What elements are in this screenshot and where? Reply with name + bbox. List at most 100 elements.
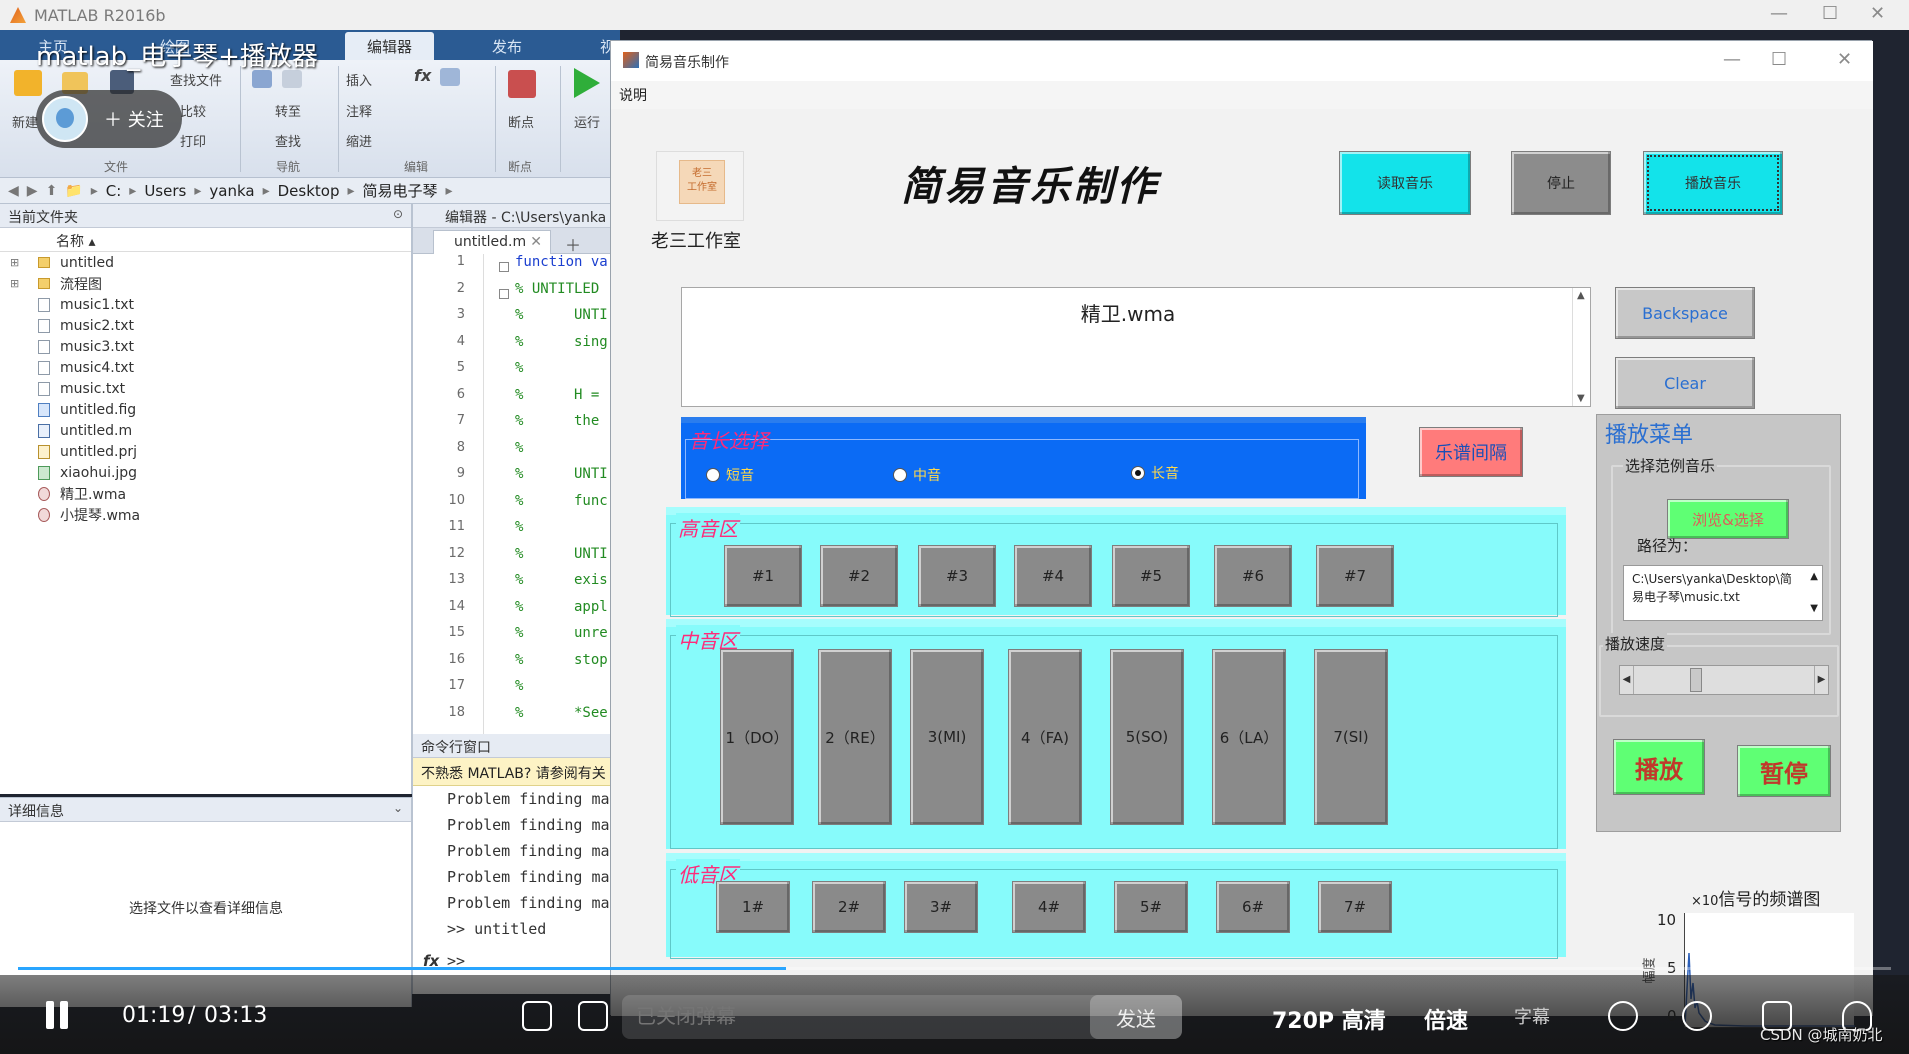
path-scroll-down-icon[interactable]: ▼ (1810, 600, 1818, 618)
compare-button[interactable]: 比较 (180, 101, 206, 120)
fold-toggle-icon[interactable] (499, 262, 509, 272)
menu-help[interactable]: 说明 (619, 88, 647, 104)
code-line[interactable]: 8% (413, 440, 621, 466)
code-line[interactable]: 18 % *See (413, 705, 621, 731)
score-display[interactable]: 精卫.wma ▲ ▼ (681, 287, 1591, 407)
play-button[interactable]: 播放 (1613, 739, 1705, 795)
low-key-4[interactable]: 4# (1012, 881, 1086, 933)
new-label[interactable]: 新建 (12, 112, 38, 131)
file-list-item[interactable]: music.txt (0, 378, 411, 399)
expand-icon[interactable]: ⊞ (10, 256, 24, 269)
file-list-item[interactable]: music1.txt (0, 294, 411, 315)
add-tab-icon[interactable]: ＋ (565, 232, 581, 256)
path-segment[interactable]: yanka (209, 182, 254, 200)
forward-icon[interactable]: ▶ (27, 183, 38, 199)
fx-icon[interactable]: fx (414, 66, 431, 85)
file-list-item[interactable]: xiaohui.jpg (0, 462, 411, 483)
low-key-1[interactable]: 1# (716, 881, 790, 933)
danmu-toggle-icon[interactable] (522, 1001, 552, 1031)
getting-started-banner[interactable]: 不熟悉 MATLAB? 请参阅有关 (413, 758, 620, 786)
high-key-6[interactable]: #6 (1214, 545, 1292, 607)
read-music-button[interactable]: 读取音乐 (1339, 151, 1471, 215)
mid-key-1[interactable]: 1（DO） (720, 649, 794, 825)
code-line[interactable]: 12 % UNTI (413, 546, 621, 572)
subtitle-button[interactable]: 字幕 (1514, 1003, 1550, 1029)
mid-key-5[interactable]: 5(SO) (1110, 649, 1184, 825)
command-prompt[interactable]: >> (423, 948, 465, 974)
video-progress-bar[interactable] (18, 967, 1891, 970)
breakpoints-button[interactable]: 断点 (508, 112, 534, 131)
new-icon[interactable] (14, 70, 42, 96)
code-line[interactable]: 7 % the (413, 413, 621, 439)
maximize-icon[interactable]: ☐ (1822, 3, 1838, 24)
file-list-item[interactable]: music3.txt (0, 336, 411, 357)
file-list-item[interactable]: ⊞ 流程图 (0, 273, 411, 294)
browse-select-button[interactable]: 浏览&选择 (1667, 499, 1789, 539)
file-list-item[interactable]: music4.txt (0, 357, 411, 378)
code-line[interactable]: 4 % sing (413, 334, 621, 360)
speed-slider[interactable]: ◀ ▶ (1619, 665, 1829, 695)
print-button[interactable]: 打印 (180, 131, 206, 150)
code-line[interactable]: 13 % exis (413, 572, 621, 598)
file-list-item[interactable]: untitled.m (0, 420, 411, 441)
command-window[interactable]: 命令行窗口 不熟悉 MATLAB? 请参阅有关 Problem finding … (412, 734, 620, 994)
radio-medium[interactable]: 中音 (893, 465, 941, 485)
goto-button[interactable]: 转至 (275, 101, 301, 120)
up-folder-icon[interactable]: ⬆ (46, 183, 58, 199)
speed-button[interactable]: 倍速 (1424, 1003, 1468, 1035)
follow-button[interactable]: ＋ 关注 (36, 90, 182, 148)
low-key-3[interactable]: 3# (904, 881, 978, 933)
clear-button[interactable]: Clear (1615, 357, 1755, 409)
volume-muted-icon[interactable] (1608, 1001, 1638, 1031)
code-line[interactable]: 5% (413, 360, 621, 386)
file-list-item[interactable]: untitled.prj (0, 441, 411, 462)
code-line[interactable]: 17% (413, 678, 621, 704)
indent-button[interactable]: 缩进 (346, 131, 372, 150)
mid-key-7[interactable]: 7(SI) (1314, 649, 1388, 825)
figure-maximize-icon[interactable]: ☐ (1771, 49, 1787, 70)
code-line[interactable]: 1 function va (413, 254, 621, 280)
send-button[interactable]: 发送 (1090, 995, 1182, 1039)
figure-close-icon[interactable]: ✕ (1837, 49, 1852, 70)
back-icon[interactable]: ◀ (8, 183, 19, 199)
code-line[interactable]: 14 % appl (413, 599, 621, 625)
high-key-1[interactable]: #1 (724, 545, 802, 607)
path-segment[interactable]: Desktop (278, 182, 340, 200)
find-button[interactable]: 查找 (275, 131, 301, 150)
slider-thumb[interactable] (1690, 668, 1703, 692)
code-line[interactable]: 3 % UNTI (413, 307, 621, 333)
code-line[interactable]: 2 % UNTITLED (413, 281, 621, 307)
file-list-item[interactable]: untitled.fig (0, 399, 411, 420)
low-key-2[interactable]: 2# (812, 881, 886, 933)
editor-tab-untitled[interactable]: untitled.m ✕ (433, 230, 551, 254)
pause-icon[interactable] (46, 1001, 70, 1029)
high-key-5[interactable]: #5 (1112, 545, 1190, 607)
chevron-down-icon[interactable]: ⌄ (393, 801, 403, 815)
close-icon[interactable]: ✕ (1870, 3, 1885, 24)
low-key-7[interactable]: 7# (1318, 881, 1392, 933)
figure-minimize-icon[interactable]: — (1723, 49, 1741, 70)
mid-key-3[interactable]: 3(MI) (910, 649, 984, 825)
slider-right-icon[interactable]: ▶ (1814, 666, 1828, 694)
path-segment[interactable]: C: (106, 182, 122, 200)
mid-key-4[interactable]: 4（FA) (1008, 649, 1082, 825)
stop-button[interactable]: 停止 (1511, 151, 1611, 215)
play-music-button[interactable]: 播放音乐 (1643, 151, 1783, 215)
code-line[interactable]: 11% (413, 519, 621, 545)
path-scroll-up-icon[interactable]: ▲ (1810, 568, 1818, 586)
path-textbox[interactable]: C:\Users\yanka\Desktop\简易电子琴\music.txt ▲… (1623, 565, 1823, 621)
high-key-4[interactable]: #4 (1014, 545, 1092, 607)
code-line[interactable]: 9 % UNTI (413, 466, 621, 492)
close-tab-icon[interactable]: ✕ (530, 234, 542, 250)
high-key-2[interactable]: #2 (820, 545, 898, 607)
pause-button[interactable]: 暂停 (1737, 745, 1831, 797)
backspace-button[interactable]: Backspace (1615, 287, 1755, 339)
minimize-icon[interactable]: — (1770, 3, 1788, 24)
code-line[interactable]: 6 % H = (413, 387, 621, 413)
mid-key-2[interactable]: 2（RE） (818, 649, 892, 825)
slider-left-icon[interactable]: ◀ (1620, 666, 1634, 694)
path-segment[interactable]: 简易电子琴 (363, 180, 438, 201)
browse-folder-icon[interactable]: 📁 (65, 183, 82, 199)
code-line[interactable]: 15 % unre (413, 625, 621, 651)
panel-options-icon[interactable]: ⊙ (393, 207, 403, 221)
